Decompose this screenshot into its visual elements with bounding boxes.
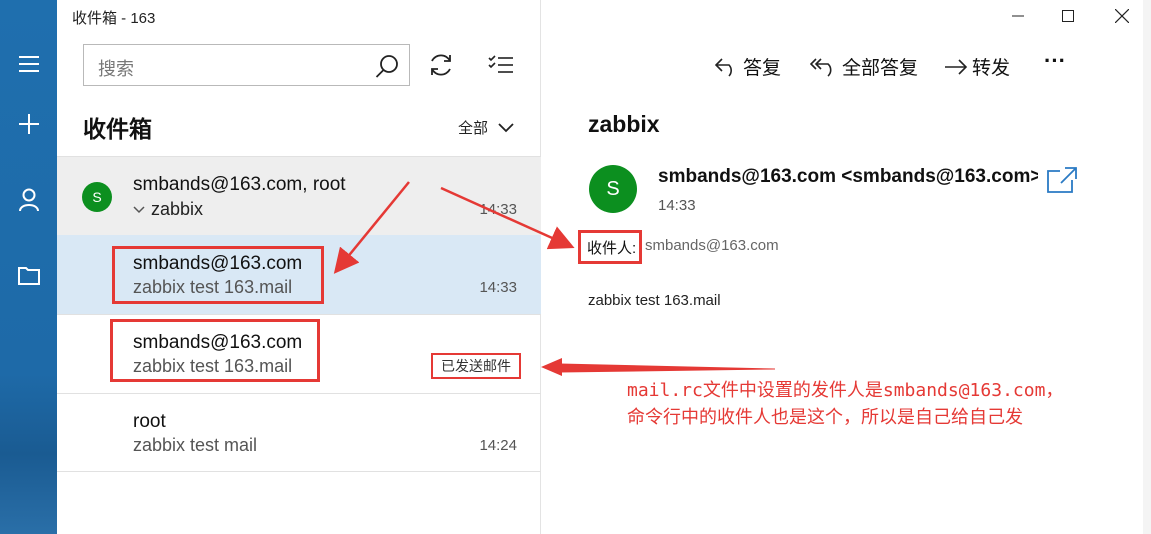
list-item[interactable]: root zabbix test mail 14:24: [57, 393, 541, 472]
message-subject: zabbix test mail: [133, 435, 258, 455]
window-title: 收件箱 - 163: [72, 10, 156, 27]
recipient-value: smbands@163.com: [645, 237, 779, 254]
reply-all-label: 全部答复: [842, 58, 919, 79]
message-time: 14:33: [479, 201, 517, 218]
highlight-box: [110, 319, 320, 382]
maximize-icon[interactable]: [1043, 0, 1093, 32]
filter-label: 全部: [457, 120, 488, 137]
scrollbar[interactable]: [1143, 0, 1151, 534]
compose-icon[interactable]: [0, 104, 57, 144]
sender-address: smbands@163.com <smbands@163.com>: [658, 166, 1038, 187]
message-sender: root: [133, 411, 166, 432]
sent-folder-badge: 已发送邮件: [431, 353, 521, 379]
search-input[interactable]: 搜索: [98, 55, 134, 81]
annotation-line: 命令行中的收件人也是这个，所以是自己给自己发: [627, 407, 1023, 428]
app-rail: [0, 0, 57, 534]
message-time: 14:33: [479, 279, 517, 296]
reading-pane: 答复 全部答复 转发 ··· zabbix S smbands@163.com …: [541, 0, 1151, 534]
reply-all-icon: [810, 57, 832, 77]
sender-avatar: S: [589, 165, 637, 213]
mail-subject: zabbix: [588, 111, 660, 137]
thread-expander[interactable]: zabbix: [133, 199, 203, 220]
folder-title: 收件箱: [83, 116, 152, 142]
close-icon[interactable]: [1097, 0, 1147, 32]
selection-mode-icon[interactable]: [484, 48, 518, 82]
folder-icon[interactable]: [0, 255, 57, 295]
annotation-line: mail.rc文件中设置的发件人是smbands@163.com，: [627, 380, 1064, 401]
reply-icon: [715, 57, 732, 77]
minimize-icon[interactable]: [993, 0, 1043, 32]
annotation-text: mail.rc文件中设置的发件人是smbands@163.com， 命令行中的收…: [627, 377, 1063, 431]
forward-icon: [945, 58, 968, 75]
message-sender: smbands@163.com, root: [133, 174, 346, 195]
message-time: 14:24: [479, 437, 517, 454]
message-subject: zabbix: [151, 199, 204, 219]
popout-icon[interactable]: [1046, 166, 1078, 199]
thread-header[interactable]: S smbands@163.com, root zabbix 14:33: [57, 156, 541, 235]
mail-time: 14:33: [658, 197, 696, 214]
reply-all-button[interactable]: 全部答复: [810, 53, 918, 80]
sync-icon[interactable]: [424, 48, 458, 82]
chevron-down-icon: [498, 122, 514, 132]
chevron-down-icon: [133, 205, 145, 213]
reply-button[interactable]: 答复: [715, 53, 781, 80]
highlight-box: [112, 246, 324, 304]
avatar: S: [82, 182, 112, 212]
forward-label: 转发: [972, 58, 1011, 79]
mail-body: zabbix test 163.mail: [588, 292, 721, 309]
forward-button[interactable]: 转发: [944, 53, 1010, 80]
highlight-box: [578, 230, 642, 264]
more-actions-button[interactable]: ···: [1044, 48, 1066, 74]
reply-label: 答复: [743, 58, 782, 79]
search-box[interactable]: 搜索: [83, 44, 410, 86]
menu-icon[interactable]: [0, 44, 57, 84]
filter-dropdown[interactable]: 全部: [458, 117, 514, 138]
account-icon[interactable]: [0, 180, 57, 220]
search-icon[interactable]: [375, 54, 399, 83]
